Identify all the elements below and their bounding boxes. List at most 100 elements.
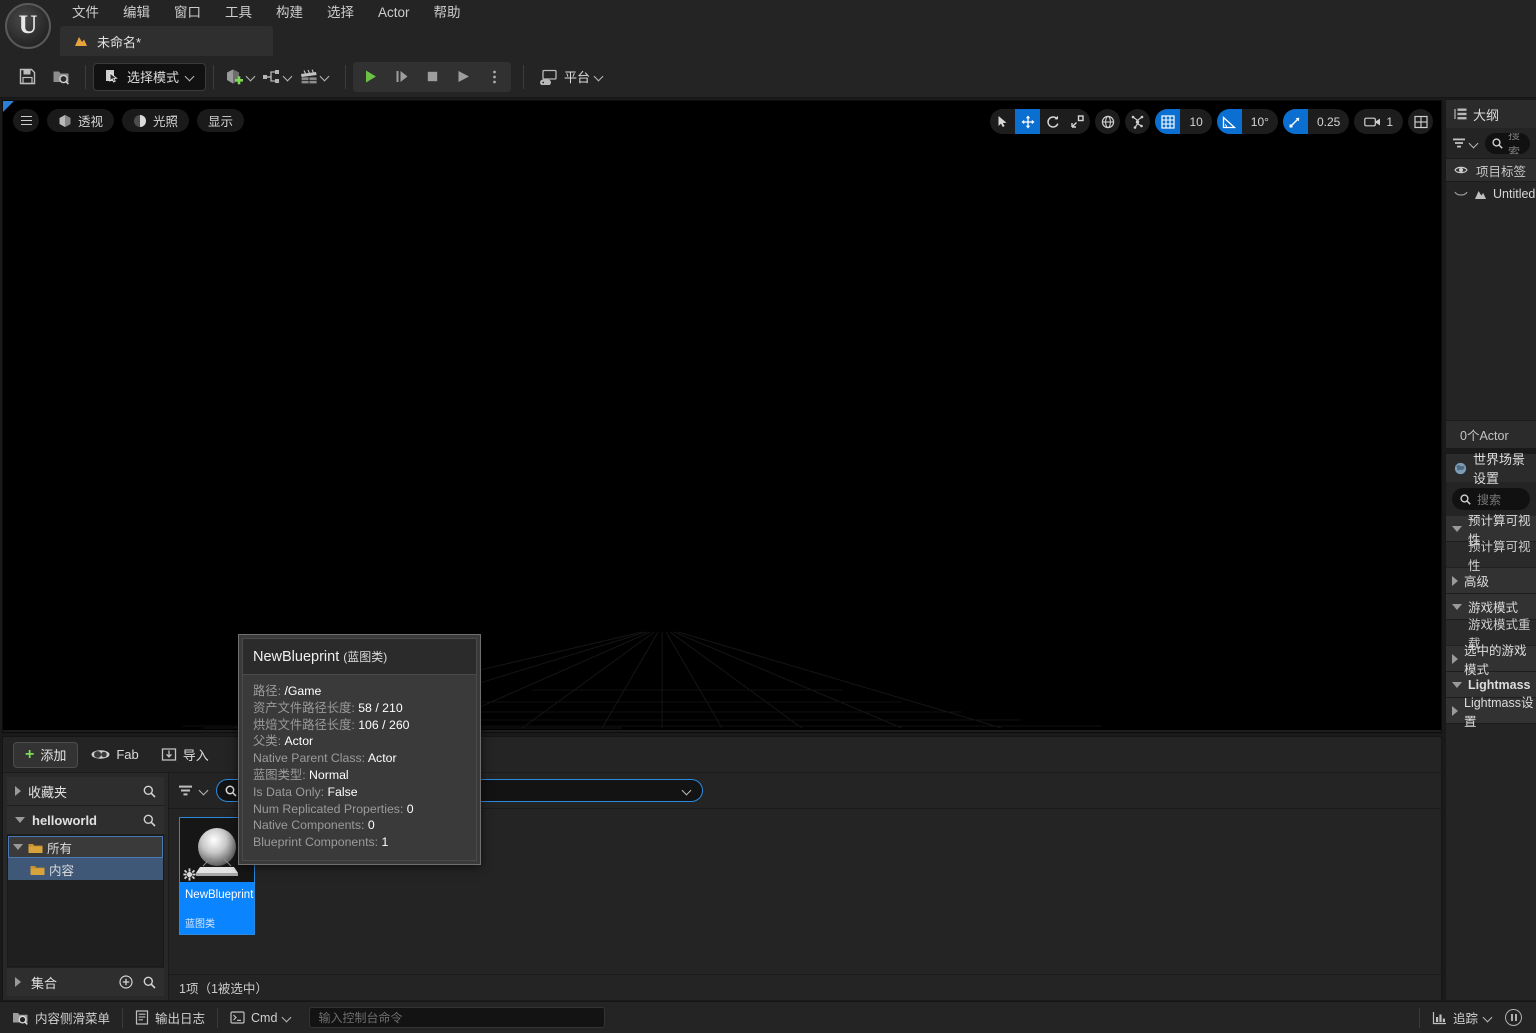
menu-window[interactable]: 窗口 — [162, 0, 213, 26]
add-actor-button[interactable] — [221, 67, 259, 87]
tooltip-key: 资产文件路径长度: — [253, 700, 355, 715]
ws-label: 高级 — [1464, 575, 1490, 589]
ws-property-precomputed-visibility[interactable]: 预计算可视性 — [1446, 540, 1536, 573]
outliner-row-untitled[interactable]: Untitled — [1446, 182, 1536, 206]
favorites-label: 收藏夹 — [28, 784, 68, 800]
world-settings-search-input[interactable]: 搜索 — [1452, 488, 1530, 510]
angle-snap-icon[interactable] — [1216, 109, 1242, 134]
console-command-input[interactable]: 输入控制台命令 — [309, 1007, 606, 1028]
outliner-search-input[interactable]: 搜索 — [1485, 132, 1530, 154]
browse-content-icon[interactable] — [44, 61, 78, 93]
camera-speed-button[interactable]: 1 — [1354, 109, 1403, 134]
viewport-show-button[interactable]: 显示 — [197, 109, 245, 132]
menu-select[interactable]: 选择 — [315, 0, 366, 26]
pivot-icon[interactable] — [1125, 109, 1151, 134]
save-icon[interactable] — [10, 61, 44, 93]
content-drawer-button[interactable]: 内容侧滑菜单 — [0, 1002, 122, 1033]
output-log-button[interactable]: 输出日志 — [123, 1002, 217, 1033]
filter-icon[interactable] — [1452, 137, 1466, 149]
menu-tools[interactable]: 工具 — [213, 0, 264, 26]
fab-button[interactable]: Fab — [82, 742, 147, 768]
tooltip-row: 资产文件路径长度: 58 / 210 — [253, 700, 466, 717]
more-options-icon[interactable] — [479, 63, 509, 91]
content-browser-body: 收藏夹 helloworld 所有 内容 集合 NewBlueprint 蓝图类… — [3, 773, 1441, 1000]
search-icon — [225, 785, 237, 797]
tooltip-row: Native Components: 0 — [253, 817, 466, 834]
menu-help[interactable]: 帮助 — [422, 0, 473, 26]
viewport-menu-icon[interactable] — [13, 109, 39, 132]
chevron-right-icon — [1452, 705, 1458, 716]
scale-snap-value[interactable]: 0.25 — [1308, 109, 1349, 134]
viewport-perspective-button[interactable]: 透视 — [47, 109, 115, 132]
scale-tool-icon[interactable] — [1065, 109, 1090, 134]
select-arrow-icon[interactable] — [990, 109, 1015, 134]
menu-items: 文件 编辑 窗口 工具 构建 选择 Actor 帮助 — [60, 0, 473, 26]
trace-button[interactable]: 追踪 — [1420, 1002, 1505, 1033]
world-coordinate-icon[interactable] — [1095, 109, 1121, 134]
cinematics-button[interactable] — [296, 68, 333, 86]
select-mode-button[interactable]: 选择模式 — [93, 62, 207, 91]
camera-icon — [1364, 116, 1381, 128]
folder-row-content[interactable]: 内容 — [8, 858, 163, 880]
search-icon[interactable] — [143, 976, 156, 989]
scale-snap-icon[interactable] — [1282, 109, 1308, 134]
angle-snap-group: 10° — [1216, 109, 1278, 134]
folder-row-all[interactable]: 所有 — [8, 836, 163, 858]
step-button[interactable] — [386, 63, 416, 91]
chevron-down-icon[interactable] — [200, 786, 209, 795]
ws-category-lightmass-settings[interactable]: Lightmass设置 — [1446, 696, 1536, 729]
menu-edit[interactable]: 编辑 — [111, 0, 162, 26]
blueprints-button[interactable] — [259, 68, 296, 86]
favorites-section[interactable]: 收藏夹 — [7, 777, 164, 806]
chevron-down-icon — [595, 72, 604, 81]
viewport-layout-icon[interactable] — [1408, 109, 1433, 134]
move-tool-icon[interactable] — [1015, 109, 1041, 134]
level-viewport[interactable]: 透视 光照 显示 10 10° 0.25 1 — [2, 100, 1442, 733]
menu-build[interactable]: 构建 — [264, 0, 315, 26]
project-section[interactable]: helloworld — [7, 806, 164, 835]
play-controls — [353, 61, 512, 92]
rotate-tool-icon[interactable] — [1040, 109, 1065, 134]
add-button[interactable]: + 添加 — [13, 741, 79, 768]
eye-closed-icon[interactable] — [1454, 190, 1468, 198]
folder-label: 内容 — [49, 863, 75, 878]
play-button[interactable] — [355, 63, 385, 91]
grid-snap-value[interactable]: 10 — [1180, 109, 1211, 134]
ws-category-selected-game-mode[interactable]: 选中的游戏模式 — [1446, 644, 1536, 677]
angle-snap-value[interactable]: 10° — [1242, 109, 1278, 134]
filter-icon[interactable] — [178, 784, 193, 797]
world-settings-tab[interactable]: 世界场景设置 — [1446, 452, 1536, 486]
right-panel-column: 大纲 搜索 项目标签 Untitled 0个Actor 世界场景设置 搜索 预计… — [1446, 100, 1536, 1000]
tooltip-subtitle: (蓝图类) — [343, 650, 388, 664]
plus-circle-icon[interactable] — [119, 975, 133, 989]
content-browser-sources-panel: 收藏夹 helloworld 所有 内容 集合 — [3, 773, 169, 1000]
menu-actor[interactable]: Actor — [366, 0, 422, 26]
grid-snap-icon[interactable] — [1155, 109, 1181, 134]
viewport-lit-button[interactable]: 光照 — [122, 109, 190, 132]
search-icon[interactable] — [143, 785, 156, 798]
tooltip-row: 烘焙文件路径长度: 106 / 260 — [253, 717, 466, 734]
eject-button[interactable] — [448, 63, 478, 91]
outliner-tab[interactable]: 大纲 — [1446, 100, 1536, 128]
collections-section[interactable]: 集合 — [7, 967, 164, 996]
platform-button[interactable]: 平台 — [531, 63, 612, 91]
import-button[interactable]: 导入 — [152, 742, 218, 768]
viewport-toolbar-left: 透视 光照 显示 — [13, 109, 245, 132]
tooltip-value: 0 — [367, 818, 375, 833]
outliner-icon — [1454, 108, 1467, 120]
eye-icon[interactable] — [1454, 165, 1468, 175]
plus-icon: + — [25, 745, 35, 763]
unreal-logo[interactable]: U — [5, 3, 51, 49]
tab-untitled-level[interactable]: 未命名* — [60, 26, 273, 56]
chevron-right-icon — [15, 977, 21, 987]
content-drawer-icon — [12, 1010, 29, 1025]
toolbar-divider-3 — [345, 64, 347, 89]
cmd-selector-button[interactable]: Cmd — [218, 1002, 304, 1033]
lit-icon — [133, 114, 147, 128]
status-indicator-icon[interactable] — [1505, 1009, 1522, 1026]
asset-path-dropdown[interactable] — [453, 779, 703, 802]
menu-file[interactable]: 文件 — [60, 0, 111, 26]
stop-button[interactable] — [417, 63, 447, 91]
search-icon[interactable] — [143, 814, 156, 827]
chevron-down-icon[interactable] — [1470, 139, 1479, 148]
